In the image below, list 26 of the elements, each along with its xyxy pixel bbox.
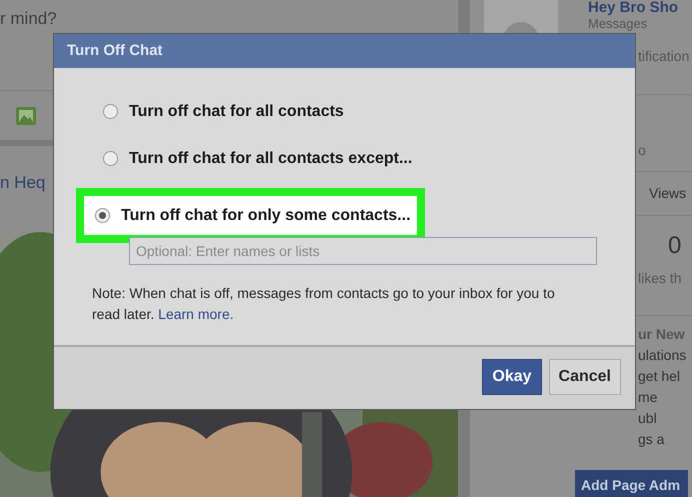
- note-text: Note: When chat is off, messages from contacts go to your inbox for you to read later. Learn more.: [92, 284, 556, 324]
- composer-prompt: r mind?: [0, 9, 57, 28]
- option-label[interactable]: Turn off chat for only some contacts...: [121, 204, 411, 228]
- okay-button[interactable]: Okay: [482, 359, 542, 395]
- stat-value: 0: [667, 231, 682, 261]
- option-label[interactable]: Turn off chat for all contacts except...: [129, 146, 412, 170]
- radio-button[interactable]: [103, 151, 118, 166]
- section-text: ulations: [638, 346, 688, 365]
- section-title: ur New: [638, 325, 686, 344]
- photo-icon: [16, 106, 36, 124]
- learn-more-link[interactable]: Learn more.: [158, 306, 234, 322]
- stats-header: Views: [649, 185, 686, 201]
- section-text: gs a: [638, 430, 666, 449]
- section-text: ubl: [638, 409, 658, 428]
- sidebar-text: o: [638, 142, 646, 158]
- names-field[interactable]: Optional: Enter names or lists: [129, 237, 597, 265]
- stat-label: likes th: [638, 269, 683, 288]
- add-admin-button[interactable]: Add Page Adm: [575, 470, 688, 497]
- radio-button[interactable]: [95, 208, 110, 223]
- dialog-title: Turn Off Chat: [67, 40, 163, 61]
- radio-button[interactable]: [103, 104, 118, 119]
- section-text: get hel: [638, 367, 682, 386]
- page-name[interactable]: Hey Bro Sho: [588, 0, 690, 16]
- option-label[interactable]: Turn off chat for all contacts: [129, 100, 344, 124]
- section-text: me: [638, 388, 658, 407]
- cancel-button[interactable]: Cancel: [548, 359, 621, 395]
